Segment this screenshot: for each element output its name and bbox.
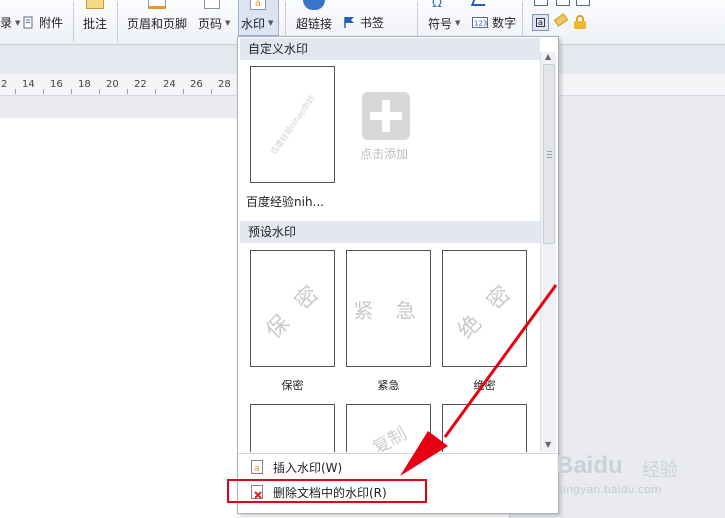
baidu-logo-text: Baidu (556, 452, 623, 479)
ruler-tick-label: 2 (1, 79, 8, 90)
ruler-tick (155, 89, 156, 94)
bookmark-flag-icon (344, 17, 354, 28)
preset-thumb-confidential[interactable]: 保 密 (250, 250, 335, 367)
ruler-tick (99, 89, 100, 94)
ruler-tick-label: 24 (163, 79, 176, 90)
ruler-tick-label: 16 (50, 79, 63, 90)
ruler-tick-label: 26 (190, 79, 203, 90)
lock-icon[interactable] (574, 15, 586, 29)
ruler-tick (183, 89, 184, 94)
baidu-jingyan-logo: Baidu 经验 jingyan.baidu.com (556, 452, 716, 502)
preset-thumb-row2[interactable]: 复制 (346, 404, 431, 452)
watermark-label: 水印 (241, 17, 266, 31)
attachment-icon (23, 16, 33, 29)
add-watermark-plus-icon[interactable] (362, 92, 410, 140)
ruler-tick (15, 89, 16, 94)
scroll-thumb[interactable] (543, 64, 555, 244)
svg-text:a: a (254, 464, 260, 474)
dropdown-scrollbar[interactable]: ▲ ▼ (540, 52, 556, 452)
comment-button[interactable]: 批注 (83, 0, 107, 45)
custom-watermark-thumb[interactable]: 百度经验nihao你好 (250, 66, 335, 183)
ruler-tick-label: 22 (134, 79, 147, 90)
ruler-tick-label: 20 (106, 79, 119, 90)
chevron-down-icon: ▼ (15, 18, 21, 27)
scroll-down-icon[interactable]: ▼ (545, 440, 551, 449)
small-tool-icon[interactable] (576, 0, 590, 6)
attachment-label: 附件 (39, 16, 64, 30)
number-icon: 123 (472, 17, 488, 28)
ruler-tick (127, 89, 128, 94)
partial-left-label: 录 (0, 16, 13, 30)
eraser-icon[interactable] (553, 13, 569, 27)
preset-watermark-text: 复制 (368, 423, 411, 452)
separator (73, 2, 74, 42)
separator (117, 2, 118, 42)
chevron-down-icon: ▼ (455, 18, 461, 27)
custom-watermark-caption: 百度经验nih... (246, 195, 324, 209)
preset-watermark-text: 绝 密 (453, 277, 520, 344)
comment-label: 批注 (83, 17, 108, 31)
custom-watermark-header: 自定义水印 (240, 38, 540, 60)
ruler-tick (211, 89, 212, 94)
preset-thumb-top-secret[interactable]: 绝 密 (442, 250, 527, 367)
chevron-down-icon: ▼ (225, 18, 231, 27)
bookmark-label: 书签 (360, 16, 385, 30)
preset-thumb-row2[interactable] (250, 404, 335, 452)
insert-watermark-menu-item[interactable]: a 插入水印(W) (241, 455, 555, 479)
symbol-label: 符号 (428, 17, 453, 31)
ruler-tick-label: 18 (78, 79, 91, 90)
add-watermark-label[interactable]: 点击添加 (360, 145, 408, 162)
preset-caption: 保密 (281, 379, 304, 392)
small-tool-icon[interactable] (556, 0, 570, 6)
hyperlink-label: 超链接 (296, 17, 333, 31)
preset-thumb-row2[interactable] (442, 404, 527, 452)
insert-watermark-label: 插入水印(W) (273, 460, 343, 475)
preset-thumb-urgent[interactable]: 紧 急 (346, 250, 431, 367)
header-footer-button[interactable]: 页眉和页脚 (127, 0, 187, 45)
preset-caption: 紧急 (377, 379, 400, 392)
header-footer-label: 页眉和页脚 (127, 17, 188, 31)
preset-watermark-header: 预设水印 (240, 221, 540, 243)
ruler-tick (71, 89, 72, 94)
page-number-button[interactable]: 页码 ▼ (198, 0, 230, 45)
chevron-down-icon: ▼ (268, 18, 274, 27)
preset-caption: 绝密 (473, 379, 496, 392)
small-tool-icon[interactable] (534, 0, 548, 6)
insert-watermark-icon: a (251, 460, 263, 474)
svg-text:123: 123 (474, 20, 487, 28)
ruler-tick (43, 89, 44, 94)
preset-watermark-text: 紧 急 (353, 298, 424, 322)
text-frame-icon[interactable]: a (532, 14, 549, 31)
ruler-tick-label: 28 (218, 79, 231, 90)
number-label: 数字 (492, 16, 517, 30)
baidu-logo-url: jingyan.baidu.com (560, 483, 662, 496)
page-number-label: 页码 (198, 17, 223, 31)
watermark-dropdown: 自定义水印 百度经验nihao你好 百度经验nih... 点击添加 预设水印 保… (237, 36, 559, 514)
highlight-box (227, 479, 427, 503)
partial-left-button[interactable]: 录 ▼ (0, 0, 20, 45)
preset-watermark-text: 保 密 (261, 277, 328, 344)
menu-divider (238, 453, 558, 454)
ruler-tick-label: 14 (22, 79, 35, 90)
baidu-logo-cn: 经验 (642, 460, 678, 481)
attachment-button[interactable]: 附件 (22, 0, 63, 45)
custom-watermark-text: 百度经验nihao你好 (268, 93, 317, 156)
scroll-up-icon[interactable]: ▲ (545, 52, 551, 61)
